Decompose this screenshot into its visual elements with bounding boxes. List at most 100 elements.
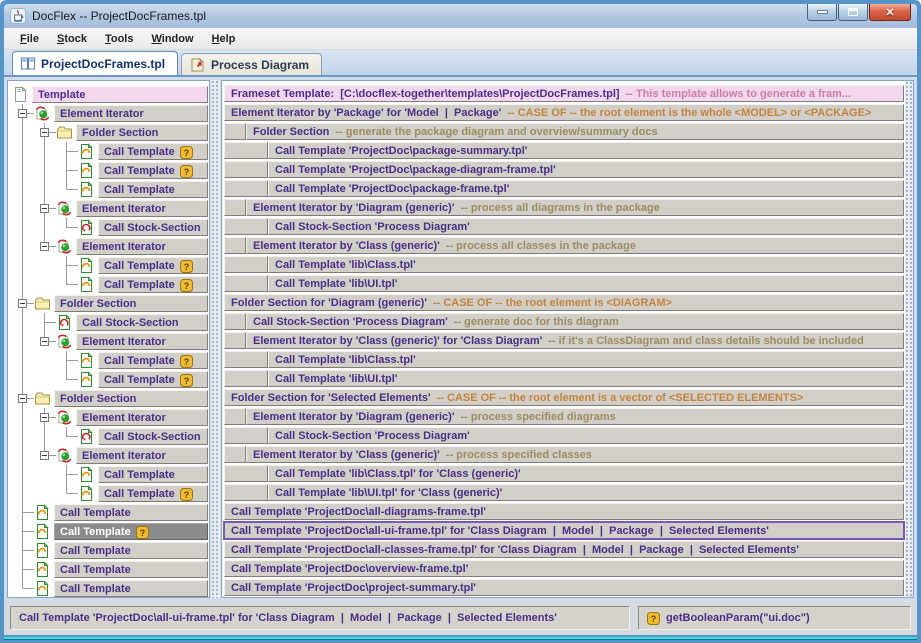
- detail-row-body[interactable]: Call Template 'lib\Class.tpl' for 'Class…: [268, 465, 904, 482]
- tree-connector[interactable]: [34, 237, 56, 256]
- detail-row[interactable]: Call Template 'ProjectDoc\project-summar…: [224, 579, 904, 596]
- detail-row[interactable]: Call Stock-Section 'Process Diagram': [224, 218, 904, 235]
- tab-process-diagram[interactable]: Process Diagram: [181, 53, 322, 75]
- tree-connector[interactable]: [12, 294, 34, 313]
- detail-row-body[interactable]: Call Template 'ProjectDoc\overview-frame…: [224, 560, 904, 577]
- tree-item-label[interactable]: Call Template?: [98, 162, 208, 179]
- expander-minus-icon[interactable]: [18, 394, 27, 403]
- detail-row[interactable]: Element Iterator by 'Class (generic)'-- …: [224, 237, 904, 254]
- expander-minus-icon[interactable]: [40, 337, 49, 346]
- detail-row[interactable]: Call Template 'ProjectDoc\package-frame.…: [224, 180, 904, 197]
- tree-item-label[interactable]: Call Template: [98, 466, 208, 483]
- panel-splitter[interactable]: [211, 80, 220, 598]
- tree-item-call-template[interactable]: Call Template: [12, 503, 208, 522]
- tree-item-label[interactable]: Call Template?: [54, 523, 208, 540]
- detail-row[interactable]: Element Iterator by 'Diagram (generic)'-…: [224, 408, 904, 425]
- tree-item-label[interactable]: Call Template: [54, 561, 208, 578]
- tree-item-template[interactable]: Template: [12, 85, 208, 104]
- tree-item-call-template[interactable]: Call Template: [12, 541, 208, 560]
- detail-row[interactable]: Element Iterator by 'Class (generic)'-- …: [224, 446, 904, 463]
- detail-row[interactable]: Call Stock-Section 'Process Diagram': [224, 427, 904, 444]
- tree-connector[interactable]: [34, 199, 56, 218]
- detail-row-body[interactable]: Element Iterator by 'Class (generic)' fo…: [246, 332, 904, 349]
- detail-row-body[interactable]: Call Stock-Section 'Process Diagram'-- g…: [246, 313, 904, 330]
- close-button[interactable]: ✕: [869, 4, 911, 21]
- tree-item-label[interactable]: Call Template?: [98, 257, 208, 274]
- tree-item-element-iterator[interactable]: Element Iterator: [12, 199, 208, 218]
- expander-minus-icon[interactable]: [40, 204, 49, 213]
- detail-row[interactable]: Call Template 'lib\Class.tpl' for 'Class…: [224, 465, 904, 482]
- tree-item-label[interactable]: Folder Section: [54, 390, 208, 407]
- tree-item-call-template[interactable]: Call Template?: [12, 370, 208, 389]
- tree-item-call-template[interactable]: Call Template?: [12, 142, 208, 161]
- detail-row-body[interactable]: Call Stock-Section 'Process Diagram': [268, 427, 904, 444]
- detail-row[interactable]: Folder Section for 'Selected Elements'--…: [224, 389, 904, 406]
- detail-row-body[interactable]: Call Template 'ProjectDoc\package-summar…: [268, 142, 904, 159]
- expander-minus-icon[interactable]: [18, 109, 27, 118]
- tree-item-label[interactable]: Element Iterator: [76, 409, 208, 426]
- tree-connector[interactable]: [34, 408, 56, 427]
- detail-row-body[interactable]: Frameset Template: [C:\docflex-together\…: [224, 85, 904, 102]
- detail-row[interactable]: Call Template 'lib\UI.tpl': [224, 275, 904, 292]
- detail-row[interactable]: Folder Section-- generate the package di…: [224, 123, 904, 140]
- tree-connector[interactable]: [34, 446, 56, 465]
- detail-row[interactable]: Element Iterator by 'Diagram (generic)'-…: [224, 199, 904, 216]
- detail-row-body[interactable]: Call Template 'ProjectDoc\package-diagra…: [268, 161, 904, 178]
- detail-row-body[interactable]: Call Template 'ProjectDoc\package-frame.…: [268, 180, 904, 197]
- detail-row-body[interactable]: Call Template 'lib\Class.tpl': [268, 351, 904, 368]
- tree-connector[interactable]: [34, 332, 56, 351]
- detail-row-body[interactable]: Call Template 'lib\Class.tpl': [268, 256, 904, 273]
- tree-item-label[interactable]: Folder Section: [54, 295, 208, 312]
- tree-item-label[interactable]: Call Template?: [98, 371, 208, 388]
- tree-item-call-template[interactable]: Call Template: [12, 560, 208, 579]
- detail-row-body[interactable]: Element Iterator by 'Class (generic)'-- …: [246, 446, 904, 463]
- tree-item-label[interactable]: Element Iterator: [76, 238, 208, 255]
- menu-item-help[interactable]: Help: [204, 31, 244, 47]
- detail-row-body[interactable]: Element Iterator by 'Diagram (generic)'-…: [246, 199, 904, 216]
- detail-row-body[interactable]: Element Iterator by 'Class (generic)'-- …: [246, 237, 904, 254]
- tree-item-folder-section[interactable]: Folder Section: [12, 123, 208, 142]
- title-bar[interactable]: DocFlex -- ProjectDocFrames.tpl ✕: [4, 4, 917, 28]
- tree-item-element-iterator[interactable]: Element Iterator: [12, 237, 208, 256]
- tree-item-element-iterator[interactable]: Element Iterator: [12, 104, 208, 123]
- tree-item-call-template[interactable]: Call Template?: [12, 522, 208, 541]
- tree-item-label[interactable]: Call Template?: [98, 143, 208, 160]
- expander-minus-icon[interactable]: [40, 451, 49, 460]
- detail-row[interactable]: Call Template 'lib\Class.tpl': [224, 351, 904, 368]
- tree-item-element-iterator[interactable]: Element Iterator: [12, 332, 208, 351]
- detail-row-body[interactable]: Call Template 'ProjectDoc\all-ui-frame.t…: [224, 522, 904, 539]
- tree-item-element-iterator[interactable]: Element Iterator: [12, 408, 208, 427]
- tree-item-label[interactable]: Folder Section: [76, 124, 208, 141]
- tree-item-label[interactable]: Call Stock-Section: [98, 428, 208, 445]
- detail-row[interactable]: Call Stock-Section 'Process Diagram'-- g…: [224, 313, 904, 330]
- tree-item-label[interactable]: Call Template: [54, 542, 208, 559]
- detail-row-body[interactable]: Folder Section for 'Diagram (generic)'--…: [224, 294, 904, 311]
- detail-row[interactable]: Call Template 'lib\UI.tpl': [224, 370, 904, 387]
- tree-item-label[interactable]: Call Template: [54, 580, 208, 597]
- expander-minus-icon[interactable]: [40, 242, 49, 251]
- tree-item-label[interactable]: Element Iterator: [54, 105, 208, 122]
- tree-item-label[interactable]: Call Template?: [98, 485, 208, 502]
- detail-row-body[interactable]: Call Template 'ProjectDoc\project-summar…: [224, 579, 904, 596]
- tree-item-call-template[interactable]: Call Template?: [12, 275, 208, 294]
- tree-item-folder-section[interactable]: Folder Section: [12, 389, 208, 408]
- minimize-button[interactable]: [807, 4, 837, 21]
- detail-row[interactable]: Call Template 'ProjectDoc\overview-frame…: [224, 560, 904, 577]
- tab-projectdocframes-tpl[interactable]: ProjectDocFrames.tpl: [12, 51, 178, 75]
- detail-row-body[interactable]: Element Iterator by 'Diagram (generic)'-…: [246, 408, 904, 425]
- detail-row-body[interactable]: Call Template 'lib\UI.tpl': [268, 275, 904, 292]
- maximize-button[interactable]: [838, 4, 868, 21]
- tree-item-call-template[interactable]: Call Template: [12, 180, 208, 199]
- tree-connector[interactable]: [12, 104, 34, 123]
- tree-connector[interactable]: [12, 389, 34, 408]
- detail-row[interactable]: Call Template 'lib\Class.tpl': [224, 256, 904, 273]
- tree-item-label[interactable]: Call Template?: [98, 352, 208, 369]
- tree-item-label[interactable]: Call Template: [54, 504, 208, 521]
- detail-row-body[interactable]: Call Template 'ProjectDoc\all-classes-fr…: [224, 541, 904, 558]
- expander-minus-icon[interactable]: [18, 299, 27, 308]
- detail-row[interactable]: Call Template 'ProjectDoc\package-diagra…: [224, 161, 904, 178]
- detail-row[interactable]: Element Iterator by 'Package' for 'Model…: [224, 104, 904, 121]
- tree-item-call-template[interactable]: Call Template?: [12, 351, 208, 370]
- detail-row[interactable]: Call Template 'ProjectDoc\all-diagrams-f…: [224, 503, 904, 520]
- expander-minus-icon[interactable]: [40, 128, 49, 137]
